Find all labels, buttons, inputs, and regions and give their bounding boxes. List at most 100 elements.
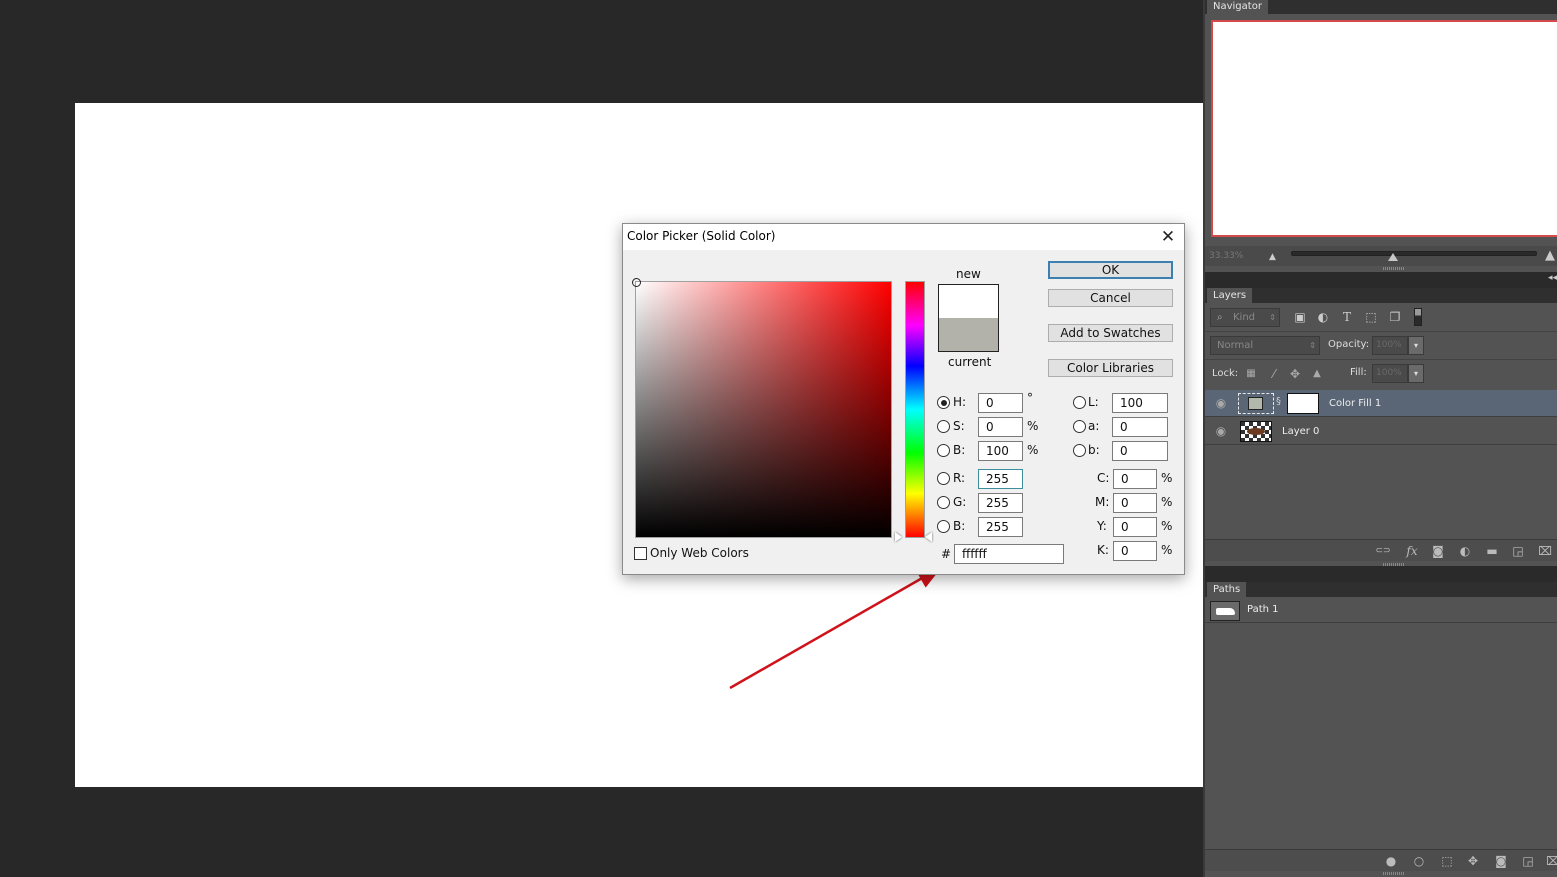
layer-row-color-fill-1[interactable]: ◉ § Color Fill 1 <box>1205 390 1557 417</box>
fill-color-thumbnail[interactable] <box>1248 397 1263 410</box>
new-label: new <box>956 267 981 281</box>
hue-radio[interactable] <box>937 396 950 409</box>
tab-paths[interactable]: Paths <box>1207 582 1247 597</box>
layer-mask-thumbnail[interactable] <box>1287 393 1319 414</box>
fill-path-icon[interactable]: ● <box>1383 854 1399 868</box>
eye-icon[interactable]: ◉ <box>1213 424 1229 438</box>
paths-footer: ● ○ ⬚ ✥ ◙ ◲ ⌧ <box>1205 849 1557 871</box>
lab-l-input[interactable]: 100 <box>1112 393 1168 413</box>
navigator-tabbar: Navigator <box>1205 0 1557 14</box>
hue-slider-handle[interactable] <box>925 532 932 542</box>
green-radio[interactable] <box>937 496 950 509</box>
brightness-input[interactable]: 100 <box>978 441 1023 461</box>
dialog-titlebar[interactable]: Color Picker (Solid Color) ✕ <box>623 224 1184 250</box>
lab-b-input[interactable]: 0 <box>1112 441 1168 461</box>
lock-all-icon[interactable]: ▲ <box>1310 367 1324 381</box>
red-input[interactable]: 255 <box>978 469 1023 489</box>
cancel-button[interactable]: Cancel <box>1048 289 1173 307</box>
tab-layers[interactable]: Layers <box>1207 288 1253 303</box>
new-color-swatch <box>939 285 998 318</box>
fill-input[interactable]: 100% <box>1372 364 1408 383</box>
zoom-in-icon[interactable]: ▲ <box>1545 248 1555 263</box>
hex-input[interactable]: ffffff <box>954 544 1064 564</box>
navigator-preview[interactable] <box>1211 20 1557 237</box>
tab-navigator[interactable]: Navigator <box>1207 0 1268 14</box>
add-mask-icon[interactable]: ◙ <box>1493 854 1509 868</box>
saturation-input[interactable]: 0 <box>978 417 1023 437</box>
trash-icon[interactable]: ⌧ <box>1545 854 1557 868</box>
stroke-path-icon[interactable]: ○ <box>1411 854 1427 868</box>
filter-smart-objects-icon[interactable]: ❐ <box>1388 310 1402 324</box>
layer-filter-kind-select[interactable]: ⌕ Kind ⇕ <box>1210 308 1280 327</box>
filter-kind-value: Kind <box>1233 312 1256 323</box>
close-icon[interactable]: ✕ <box>1156 226 1180 248</box>
add-to-swatches-button[interactable]: Add to Swatches <box>1048 324 1173 342</box>
filter-pixel-layers-icon[interactable]: ▣ <box>1293 310 1307 324</box>
collapse-panels-icon[interactable]: ◂◂ <box>1548 273 1557 283</box>
path-row-path-1[interactable]: Path 1 <box>1205 598 1557 623</box>
blue-label: B: <box>953 519 966 533</box>
link-layers-icon[interactable]: ⊂⊃ <box>1375 544 1391 558</box>
load-path-as-selection-icon[interactable]: ⬚ <box>1439 854 1455 868</box>
panel-resize-grip[interactable] <box>1383 872 1405 875</box>
new-layer-icon[interactable]: ◲ <box>1510 544 1526 558</box>
lab-b-radio[interactable] <box>1073 444 1086 457</box>
updown-arrows-icon: ⇕ <box>1269 313 1276 322</box>
blend-mode-select[interactable]: Normal ⇕ <box>1210 336 1320 355</box>
current-color-swatch[interactable] <box>939 318 998 351</box>
yellow-input[interactable]: 0 <box>1113 517 1157 537</box>
filter-type-layers-icon[interactable]: T <box>1340 310 1354 324</box>
red-radio[interactable] <box>937 472 950 485</box>
make-work-path-icon[interactable]: ✥ <box>1465 854 1481 868</box>
fill-dropdown[interactable]: ▾ <box>1408 364 1424 383</box>
add-mask-icon[interactable]: ◙ <box>1430 544 1446 558</box>
zoom-slider-thumb[interactable] <box>1388 253 1398 261</box>
trash-icon[interactable]: ⌧ <box>1537 544 1553 558</box>
red-row: R: 255 <box>937 469 1047 489</box>
lab-b-label: b: <box>1088 443 1100 457</box>
new-path-icon[interactable]: ◲ <box>1520 854 1536 868</box>
lab-l-radio[interactable] <box>1073 396 1086 409</box>
search-icon: ⌕ <box>1217 312 1223 323</box>
new-group-folder-icon[interactable]: ▬ <box>1484 544 1500 558</box>
ok-button[interactable]: OK <box>1048 261 1173 279</box>
filter-shape-layers-icon[interactable]: ⬚ <box>1364 310 1378 324</box>
color-field-marker[interactable] <box>632 278 641 287</box>
filter-toggle-switch[interactable] <box>1414 308 1422 326</box>
lab-a-radio[interactable] <box>1073 420 1086 433</box>
hue-input[interactable]: 0 <box>978 393 1023 413</box>
only-web-colors-checkbox[interactable] <box>634 547 647 560</box>
opacity-input[interactable]: 100% <box>1372 336 1408 355</box>
lock-position-icon[interactable]: ✥ <box>1288 367 1302 381</box>
new-adjustment-layer-icon[interactable]: ◐ <box>1457 544 1473 558</box>
magenta-input[interactable]: 0 <box>1113 493 1157 513</box>
mask-link-icon[interactable]: § <box>1276 396 1281 407</box>
saturation-radio[interactable] <box>937 420 950 433</box>
blue-radio[interactable] <box>937 520 950 533</box>
brightness-radio[interactable] <box>937 444 950 457</box>
yellow-unit: % <box>1161 519 1173 533</box>
lab-a-input[interactable]: 0 <box>1112 417 1168 437</box>
green-input[interactable]: 255 <box>978 493 1023 513</box>
cyan-input[interactable]: 0 <box>1113 469 1157 489</box>
blue-row: B: 255 <box>937 517 1047 537</box>
panel-resize-grip[interactable] <box>1383 267 1405 270</box>
navigator-zoom-value[interactable]: 33.33% <box>1209 251 1243 261</box>
black-input[interactable]: 0 <box>1113 541 1157 561</box>
blue-input[interactable]: 255 <box>978 517 1023 537</box>
hue-slider[interactable] <box>905 281 925 538</box>
color-field[interactable] <box>632 278 892 538</box>
lock-transparent-pixels-icon[interactable]: ▦ <box>1244 367 1258 381</box>
zoom-slider[interactable] <box>1291 251 1537 256</box>
eye-icon[interactable]: ◉ <box>1213 396 1229 410</box>
opacity-label: Opacity: <box>1328 339 1370 350</box>
color-libraries-button[interactable]: Color Libraries <box>1048 359 1173 377</box>
layer-row-layer-0[interactable]: ◉ Layer 0 <box>1205 418 1557 445</box>
opacity-dropdown[interactable]: ▾ <box>1408 336 1424 355</box>
blend-mode-value: Normal <box>1217 340 1254 351</box>
brightness-unit: % <box>1027 443 1039 457</box>
fx-icon[interactable]: fx <box>1404 544 1420 558</box>
zoom-out-icon[interactable]: ▲ <box>1269 252 1276 262</box>
lock-image-pixels-icon[interactable]: ⁄ <box>1267 367 1281 381</box>
filter-adjustment-layers-icon[interactable]: ◐ <box>1316 310 1330 324</box>
